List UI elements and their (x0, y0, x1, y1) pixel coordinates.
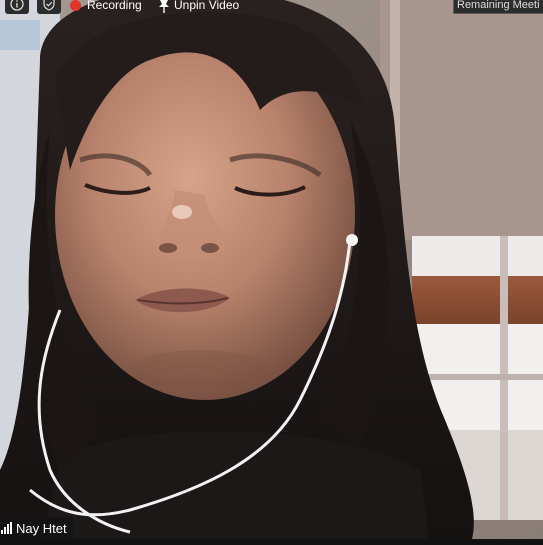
info-icon (10, 0, 24, 11)
shield-check-icon (43, 0, 55, 11)
signal-bars-icon (1, 522, 12, 534)
unpin-video-button[interactable]: Unpin Video (158, 0, 239, 14)
security-button[interactable] (37, 0, 61, 14)
remaining-meeting-time[interactable]: Remaining Meeti (453, 0, 543, 14)
meeting-top-bar: Recording Unpin Video Remaining Meeti (0, 0, 543, 14)
video-tile[interactable]: Recording Unpin Video Remaining Meeti Na… (0, 0, 543, 545)
pin-icon (159, 0, 169, 13)
remaining-meeting-label: Remaining Meeti (457, 0, 540, 11)
participant-name-tag: Nay Htet (0, 517, 73, 539)
recording-indicator[interactable]: Recording (70, 0, 142, 14)
info-button[interactable] (5, 0, 29, 14)
bottom-edge (0, 539, 543, 545)
participant-video (0, 0, 543, 545)
recording-dot-icon (70, 0, 81, 11)
unpin-video-label: Unpin Video (174, 0, 240, 12)
participant-name: Nay Htet (16, 520, 67, 536)
recording-label: Recording (87, 0, 142, 12)
